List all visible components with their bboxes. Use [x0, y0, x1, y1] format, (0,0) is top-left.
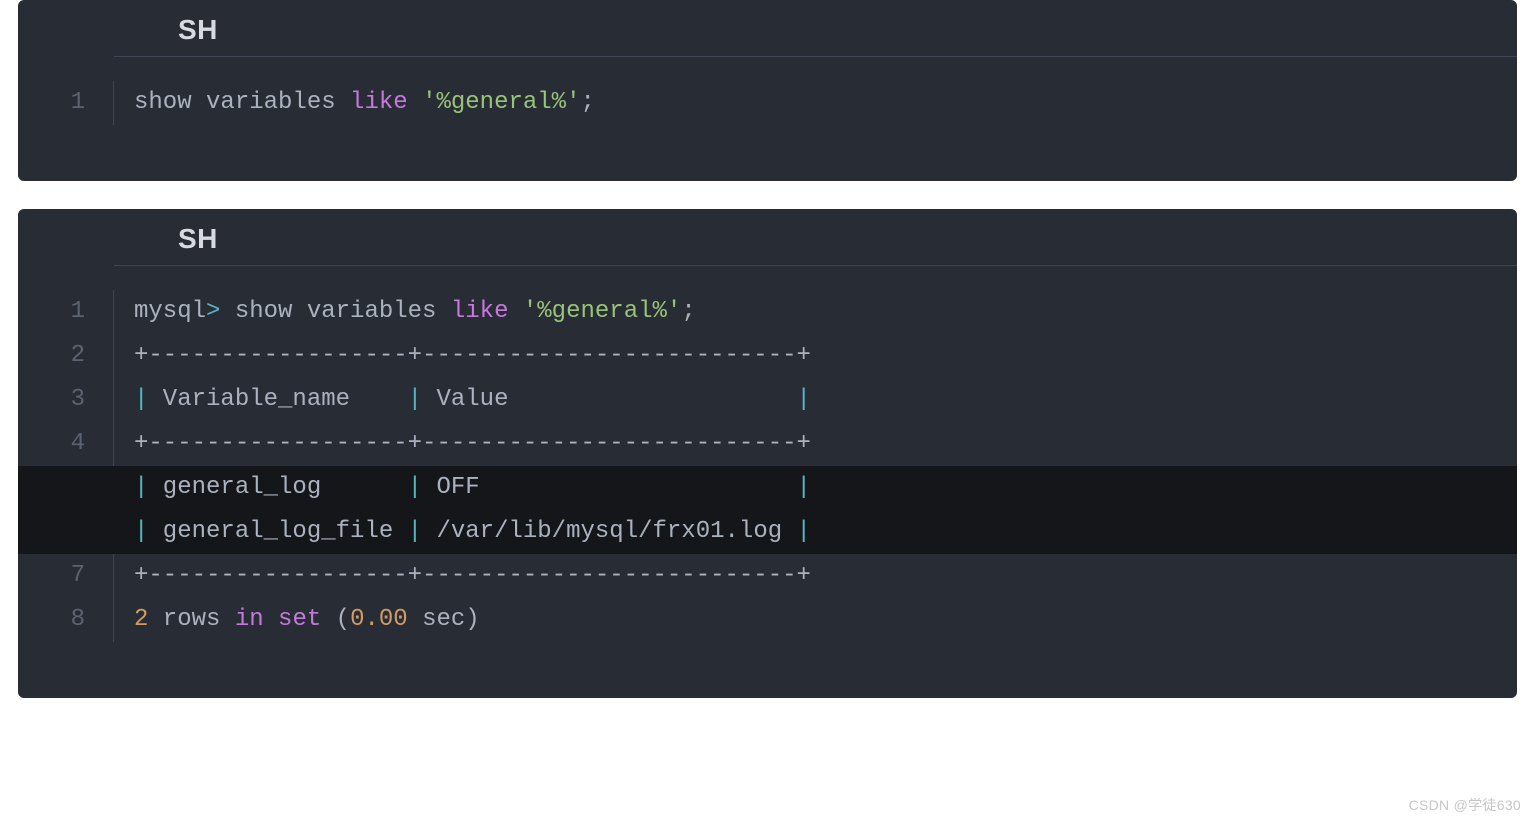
code-token [321, 606, 335, 633]
code-token: Variable_name [148, 386, 407, 413]
code-token: +------------------+--------------------… [134, 562, 811, 589]
code-content[interactable]: show variables like '%general%'; [114, 81, 1517, 125]
code-token: | [408, 518, 422, 545]
code-token: | [797, 518, 811, 545]
code-line: | general_log | OFF | [18, 466, 1517, 510]
code-line: show variables like '%general%'; [134, 81, 1517, 125]
code-token: +------------------+--------------------… [134, 342, 811, 369]
code-token: > [206, 298, 220, 325]
code-token: general_log_file [148, 518, 407, 545]
code-token: Value [422, 386, 796, 413]
code-line: 2 rows in set (0.00 sec) [134, 598, 1517, 642]
line-number-gutter: 1 [18, 81, 114, 125]
code-token: mysql [134, 298, 206, 325]
code-token: like [451, 298, 509, 325]
code-token [408, 89, 422, 116]
code-token: 0.00 [350, 606, 408, 633]
code-line: +------------------+--------------------… [134, 422, 1517, 466]
code-token: OFF [422, 474, 796, 501]
code-token: in [235, 606, 264, 633]
code-token: | [134, 518, 148, 545]
code-token: | [408, 474, 422, 501]
code-line: +------------------+--------------------… [134, 554, 1517, 598]
code-token [264, 606, 278, 633]
line-number: 3 [18, 378, 85, 422]
code-token: ; [681, 298, 695, 325]
code-token: /var/lib/mysql/frx01.log [422, 518, 796, 545]
code-token: +------------------+--------------------… [134, 430, 811, 457]
line-number: 7 [18, 554, 85, 598]
code-token: '%general%' [422, 89, 580, 116]
language-label: SH [18, 0, 1517, 56]
code-token: | [134, 474, 148, 501]
code-block: SH 1 show variables like '%general%'; [18, 0, 1517, 181]
line-number: 1 [18, 81, 85, 125]
line-number: 8 [18, 598, 85, 642]
watermark-text: CSDN @学徒630 [1409, 795, 1521, 815]
code-block: SH12345678mysql> show variables like '%g… [18, 209, 1517, 698]
code-token: like [350, 89, 408, 116]
code-token: | [408, 386, 422, 413]
code-line: +------------------+--------------------… [134, 334, 1517, 378]
code-line: | Variable_name | Value | [134, 378, 1517, 422]
code-token: sec [408, 606, 466, 633]
code-line: mysql> show variables like '%general%'; [134, 290, 1517, 334]
code-token: general_log [148, 474, 407, 501]
code-token: set [278, 606, 321, 633]
code-token: | [797, 386, 811, 413]
line-number: 2 [18, 334, 85, 378]
code-body: 1 show variables like '%general%'; [18, 57, 1517, 181]
code-line: | general_log_file | /var/lib/mysql/frx0… [18, 510, 1517, 554]
code-token [508, 298, 522, 325]
code-token: show variables [220, 298, 450, 325]
code-token: '%general%' [523, 298, 681, 325]
code-body: 12345678mysql> show variables like '%gen… [18, 266, 1517, 698]
code-token: ( [336, 606, 350, 633]
line-number: 1 [18, 290, 85, 334]
code-token: show variables [134, 89, 350, 116]
language-label: SH [18, 209, 1517, 265]
code-token: ) [465, 606, 479, 633]
code-token: 2 [134, 606, 148, 633]
line-number: 4 [18, 422, 85, 466]
code-token: rows [148, 606, 234, 633]
code-token: ; [581, 89, 595, 116]
code-token: | [134, 386, 148, 413]
code-token: | [797, 474, 811, 501]
code-content[interactable]: mysql> show variables like '%general%'; +… [114, 290, 1517, 642]
